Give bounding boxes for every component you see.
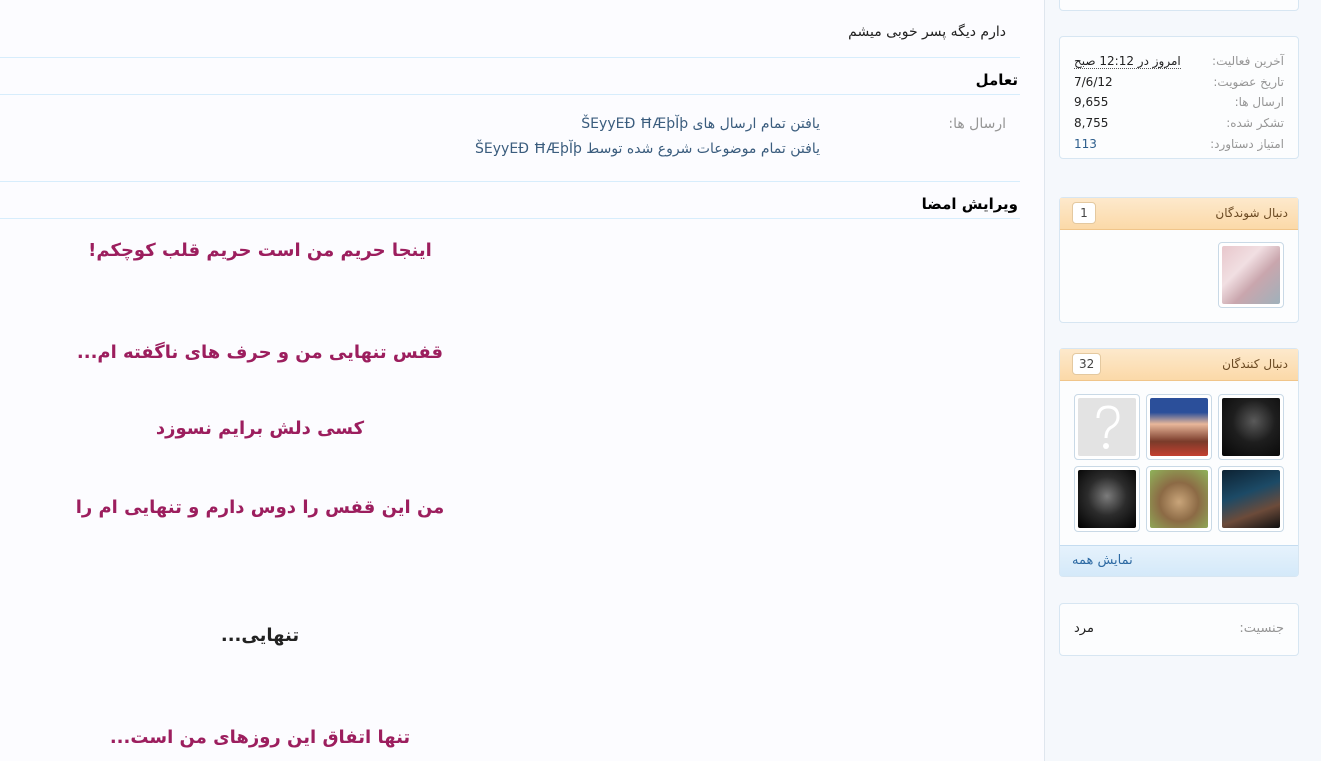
trophy-points-link[interactable]: 113 xyxy=(1074,137,1097,151)
avatar-image xyxy=(1150,470,1208,528)
signature-line: تنهایی... xyxy=(220,625,300,646)
followers-count-badge: 32 xyxy=(1072,353,1102,375)
about-text: دارم دیگه پسر خوبی میشم xyxy=(848,24,1006,40)
stat-join-date: تاریخ عضویت: 7/6/12 xyxy=(1074,75,1284,95)
divider xyxy=(0,94,1020,95)
posts-label: ارسال ها: xyxy=(948,116,1006,132)
default-avatar-icon xyxy=(1078,398,1136,456)
following-box: دنبال شوندگان 1 xyxy=(1059,197,1299,323)
profile-main-column: دارم دیگه پسر خوبی میشم تعامل ارسال ها: … xyxy=(0,0,1020,761)
avatar-image xyxy=(1222,470,1280,528)
stat-value: 9,655 xyxy=(1074,95,1109,109)
following-avatar[interactable] xyxy=(1218,242,1284,308)
stat-posts: ارسال ها: 9,655 xyxy=(1074,95,1284,115)
avatar-image xyxy=(1150,398,1208,456)
stat-label: ارسال ها: xyxy=(1234,95,1284,109)
stat-trophy-points: امتیاز دستاورد: 113 xyxy=(1074,137,1284,157)
signature-line: اینجا حریم من است حریم قلب کوچکم! xyxy=(88,240,432,261)
follower-avatar[interactable] xyxy=(1218,394,1284,460)
stat-label: امتیاز دستاورد: xyxy=(1210,137,1284,151)
stat-last-activity: آخرین فعالیت: امروز در 12:12 صبح xyxy=(1074,54,1284,74)
stat-label: تاریخ عضویت: xyxy=(1213,75,1284,89)
followers-header: دنبال کنندگان 32 xyxy=(1060,349,1298,381)
profile-sidebar: آخرین فعالیت: امروز در 12:12 صبح تاریخ ع… xyxy=(1044,0,1321,761)
avatar-image xyxy=(1222,398,1280,456)
following-header: دنبال شوندگان 1 xyxy=(1060,198,1298,230)
profile-info-box: جنسیت: مرد xyxy=(1059,603,1299,656)
gender-value: مرد xyxy=(1074,621,1094,636)
stat-label: آخرین فعالیت: xyxy=(1212,54,1284,68)
follower-avatar[interactable] xyxy=(1074,466,1140,532)
avatar-image xyxy=(1078,470,1136,528)
follower-avatar[interactable] xyxy=(1218,466,1284,532)
member-stats-box: آخرین فعالیت: امروز در 12:12 صبح تاریخ ع… xyxy=(1059,36,1299,159)
sidebar-box xyxy=(1059,0,1299,11)
show-all-followers-link[interactable]: نمایش همه xyxy=(1060,545,1298,576)
signature-line: من این قفس را دوس دارم و تنهایی ام را xyxy=(75,497,445,518)
gender-label: جنسیت: xyxy=(1239,621,1284,636)
find-all-posts-link[interactable]: یافتن تمام ارسال های ŠEyyEÐ ĦÆþĬþ xyxy=(581,116,820,132)
stat-value: امروز در 12:12 صبح xyxy=(1074,54,1181,69)
following-title: دنبال شوندگان xyxy=(1215,206,1288,220)
follower-avatar[interactable] xyxy=(1146,394,1212,460)
follower-avatar[interactable] xyxy=(1146,466,1212,532)
gender-row: جنسیت: مرد xyxy=(1074,621,1284,641)
signature-line: تنها اتفاق این روزهای من است... xyxy=(109,727,411,748)
divider xyxy=(0,57,1020,58)
find-all-threads-link[interactable]: یافتن تمام موضوعات شروع شده توسط ŠEyyEÐ … xyxy=(475,141,820,157)
follower-avatar-default[interactable] xyxy=(1074,394,1140,460)
avatar-image xyxy=(1222,246,1280,304)
interaction-heading: تعامل xyxy=(975,71,1018,89)
stat-value: 8,755 xyxy=(1074,116,1109,130)
signature-heading: ویرایش امضا xyxy=(921,195,1018,213)
followers-title: دنبال کنندگان xyxy=(1222,357,1288,371)
divider xyxy=(0,218,1020,219)
signature-line: قفس تنهایی من و حرف های ناگفته ام... xyxy=(76,342,444,363)
followers-box: دنبال کنندگان 32 نمایش همه xyxy=(1059,348,1299,577)
signature-line: کسی دلش برایم نسوزد xyxy=(155,418,365,439)
stat-value: 7/6/12 xyxy=(1074,75,1113,89)
following-count-badge: 1 xyxy=(1072,202,1096,224)
stat-thanks: تشکر شده: 8,755 xyxy=(1074,116,1284,136)
divider xyxy=(0,181,1020,182)
stat-label: تشکر شده: xyxy=(1226,116,1284,130)
